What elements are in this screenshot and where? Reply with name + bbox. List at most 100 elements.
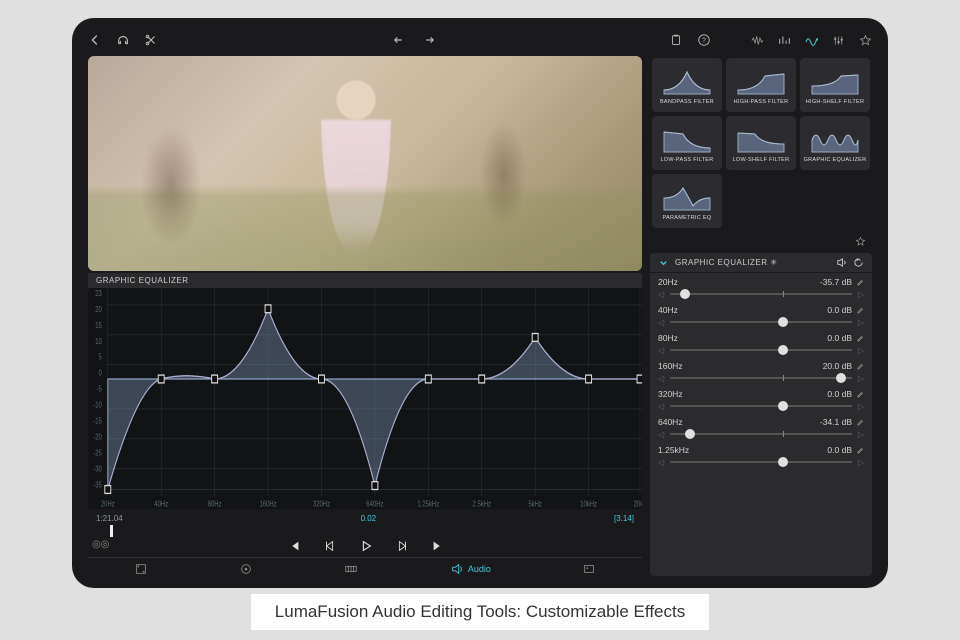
nudge-right-icon[interactable]: ▷ (858, 346, 864, 355)
video-preview[interactable] (88, 56, 642, 271)
nudge-left-icon[interactable]: ◁ (658, 290, 664, 299)
timecode-current: 0.02 (361, 514, 377, 523)
skip-start-icon[interactable] (287, 539, 301, 553)
band-freq: 320Hz (658, 389, 683, 399)
eq-band-80Hz: 80Hz 0.0 dB ◁ ▷ (650, 329, 872, 357)
edit-value-icon[interactable] (856, 334, 864, 342)
timecode-start: 1:21.04 (96, 514, 123, 523)
band-slider[interactable] (670, 289, 852, 299)
preset-label: LOW-SHELF FILTER (733, 157, 790, 163)
preset-label: LOW-PASS FILTER (660, 157, 713, 163)
band-slider[interactable] (670, 345, 852, 355)
edit-value-icon[interactable] (856, 446, 864, 454)
timeline-bar[interactable]: 1:21.04 0.02 [3.14] (88, 509, 642, 527)
mute-icon[interactable] (836, 257, 847, 268)
nudge-right-icon[interactable]: ▷ (858, 458, 864, 467)
edit-value-icon[interactable] (856, 362, 864, 370)
tab-speed[interactable] (344, 562, 358, 576)
band-db: 20.0 dB (823, 361, 852, 371)
app-window: ? GRAPHIC EQUALIZER (72, 18, 888, 588)
band-slider[interactable] (670, 401, 852, 411)
play-icon[interactable] (359, 539, 373, 553)
eq-graph[interactable]: 20Hz40Hz80Hz160Hz320Hz640Hz1.25kHz2.5kHz… (88, 288, 642, 509)
timecode-duration: [3.14] (614, 514, 634, 523)
svg-text:-20: -20 (93, 434, 102, 442)
help-icon[interactable]: ? (697, 33, 711, 47)
band-slider[interactable] (670, 429, 852, 439)
favorite-effect-icon[interactable] (855, 236, 866, 247)
band-slider[interactable] (670, 457, 852, 467)
nudge-right-icon[interactable]: ▷ (858, 402, 864, 411)
eq-band-160Hz: 160Hz 20.0 dB ◁ ▷ (650, 357, 872, 385)
band-slider[interactable] (670, 317, 852, 327)
nudge-right-icon[interactable]: ▷ (858, 374, 864, 383)
svg-text:23: 23 (95, 290, 102, 298)
band-freq: 80Hz (658, 333, 678, 343)
band-slider[interactable] (670, 373, 852, 383)
nudge-left-icon[interactable]: ◁ (658, 402, 664, 411)
band-db: 0.0 dB (827, 333, 852, 343)
preset-label: GRAPHIC EQUALIZER (804, 157, 867, 163)
tab-frame[interactable] (134, 562, 148, 576)
edit-value-icon[interactable] (856, 390, 864, 398)
edit-value-icon[interactable] (856, 306, 864, 314)
levels-tab-icon[interactable] (778, 34, 791, 47)
svg-text:-25: -25 (93, 450, 102, 458)
svg-text:-5: -5 (97, 386, 102, 394)
nudge-right-icon[interactable]: ▷ (858, 318, 864, 327)
favorite-tab-icon[interactable] (859, 34, 872, 47)
scrubber[interactable] (94, 527, 636, 535)
svg-text:20: 20 (95, 306, 102, 314)
tab-info[interactable] (582, 562, 596, 576)
undo-icon[interactable] (393, 33, 407, 47)
params-title: GRAPHIC EQUALIZER ✳ (675, 258, 830, 267)
frame-back-icon[interactable] (323, 539, 337, 553)
eq-band-20Hz: 20Hz-35.7 dB ◁ ▷ (650, 273, 872, 301)
loop-icon[interactable]: ◎◎ (88, 539, 109, 553)
preset-parametric-eq[interactable]: PARAMETRIC EQ (652, 174, 722, 228)
band-db: -34.1 dB (820, 417, 852, 427)
band-freq: 160Hz (658, 361, 683, 371)
back-icon[interactable] (88, 33, 102, 47)
collapse-icon[interactable] (658, 257, 669, 268)
preset-high-pass-filter[interactable]: HIGH-PASS FILTER (726, 58, 796, 112)
nudge-right-icon[interactable]: ▷ (858, 290, 864, 299)
edit-value-icon[interactable] (856, 418, 864, 426)
nudge-left-icon[interactable]: ◁ (658, 318, 664, 327)
eq-band-40Hz: 40Hz0.0 dB ◁ ▷ (650, 301, 872, 329)
eq-band-1.25kHz: 1.25kHz0.0 dB ◁ ▷ (650, 441, 872, 469)
eq-band-640Hz: 640Hz-34.1 dB ◁ ▷ (650, 413, 872, 441)
waveform-tab-icon[interactable] (751, 34, 764, 47)
scissors-icon[interactable] (144, 33, 158, 47)
nudge-left-icon[interactable]: ◁ (658, 458, 664, 467)
preset-high-shelf-filter[interactable]: HIGH-SHELF FILTER (800, 58, 870, 112)
svg-text:-35: -35 (93, 482, 102, 490)
preset-graphic-equalizer[interactable]: GRAPHIC EQUALIZER (800, 116, 870, 170)
editor-tabs: Audio (88, 557, 642, 576)
eq-band-320Hz: 320Hz0.0 dB ◁ ▷ (650, 385, 872, 413)
tab-audio[interactable]: Audio (450, 562, 491, 576)
nudge-left-icon[interactable]: ◁ (658, 346, 664, 355)
edit-value-icon[interactable] (856, 278, 864, 286)
preset-low-pass-filter[interactable]: LOW-PASS FILTER (652, 116, 722, 170)
nudge-right-icon[interactable]: ▷ (858, 430, 864, 439)
svg-text:2.5kHz: 2.5kHz (473, 501, 492, 509)
svg-text:40Hz: 40Hz (154, 501, 168, 509)
eq-tab-icon[interactable] (805, 34, 818, 47)
svg-text:-15: -15 (93, 418, 102, 426)
tab-color[interactable] (239, 562, 253, 576)
redo-icon[interactable] (421, 33, 435, 47)
reset-icon[interactable] (853, 257, 864, 268)
nudge-left-icon[interactable]: ◁ (658, 374, 664, 383)
svg-text:-10: -10 (93, 402, 102, 410)
mixer-tab-icon[interactable] (832, 34, 845, 47)
frame-forward-icon[interactable] (395, 539, 409, 553)
svg-text:1.25kHz: 1.25kHz (417, 501, 439, 509)
headphones-icon[interactable] (116, 33, 130, 47)
preset-bandpass-filter[interactable]: BANDPASS FILTER (652, 58, 722, 112)
nudge-left-icon[interactable]: ◁ (658, 430, 664, 439)
preset-low-shelf-filter[interactable]: LOW-SHELF FILTER (726, 116, 796, 170)
clipboard-icon[interactable] (669, 33, 683, 47)
band-db: -35.7 dB (820, 277, 852, 287)
skip-end-icon[interactable] (431, 539, 445, 553)
